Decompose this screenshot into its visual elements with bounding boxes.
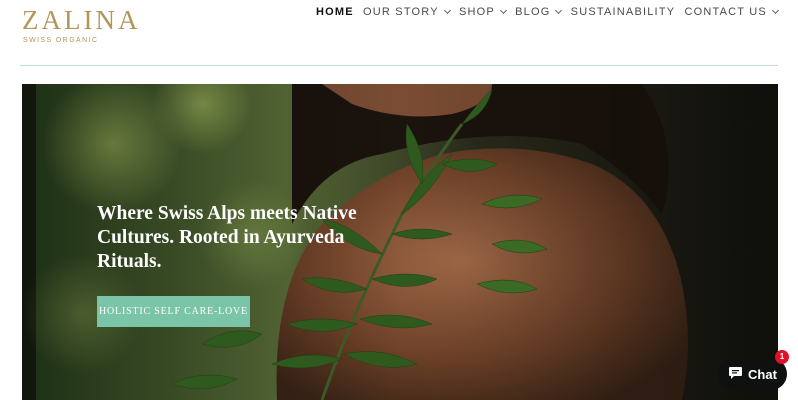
header-divider xyxy=(20,65,778,66)
nav-item-contact-us[interactable]: CONTACT US xyxy=(684,6,779,18)
chevron-down-icon xyxy=(499,6,507,15)
chevron-down-icon xyxy=(771,6,779,15)
nav-item-label: OUR STORY xyxy=(362,6,439,18)
brand-logo[interactable]: ZALINA SWISS ORGANIC xyxy=(22,5,141,50)
nav-item-label: BLOG xyxy=(515,6,551,18)
hero-title: Where Swiss Alps meets Native Cultures. … xyxy=(97,203,357,272)
nav-item-shop[interactable]: SHOP xyxy=(458,6,507,18)
nav-item-our-story[interactable]: OUR STORY xyxy=(362,6,451,18)
brand-name: ZALINA xyxy=(22,5,141,35)
nav-item-sustainability[interactable]: SUSTAINABILITY xyxy=(571,6,676,18)
main-nav: HOME OUR STORY SHOP BLOG SUSTAINABILITY … xyxy=(316,6,779,18)
nav-item-label: CONTACT US xyxy=(684,6,767,18)
nav-item-home[interactable]: HOME xyxy=(316,6,354,18)
nav-item-label: HOME xyxy=(316,6,354,18)
nav-item-label: SHOP xyxy=(458,6,495,18)
holistic-self-care-button[interactable]: HOLISTIC SELF CARE-LOVE xyxy=(97,296,250,327)
chat-button[interactable]: Chat xyxy=(718,358,787,390)
chevron-down-icon xyxy=(555,6,563,15)
hero-banner: Where Swiss Alps meets Native Cultures. … xyxy=(22,84,778,400)
chat-label: Chat xyxy=(748,366,777,382)
nav-item-label: SUSTAINABILITY xyxy=(570,6,676,18)
nav-item-blog[interactable]: BLOG xyxy=(515,6,563,18)
chevron-down-icon xyxy=(443,6,451,15)
brand-tagline: SWISS ORGANIC xyxy=(23,37,99,44)
chat-notification-badge: 1 xyxy=(775,350,789,364)
chat-bubble-icon xyxy=(728,366,743,383)
